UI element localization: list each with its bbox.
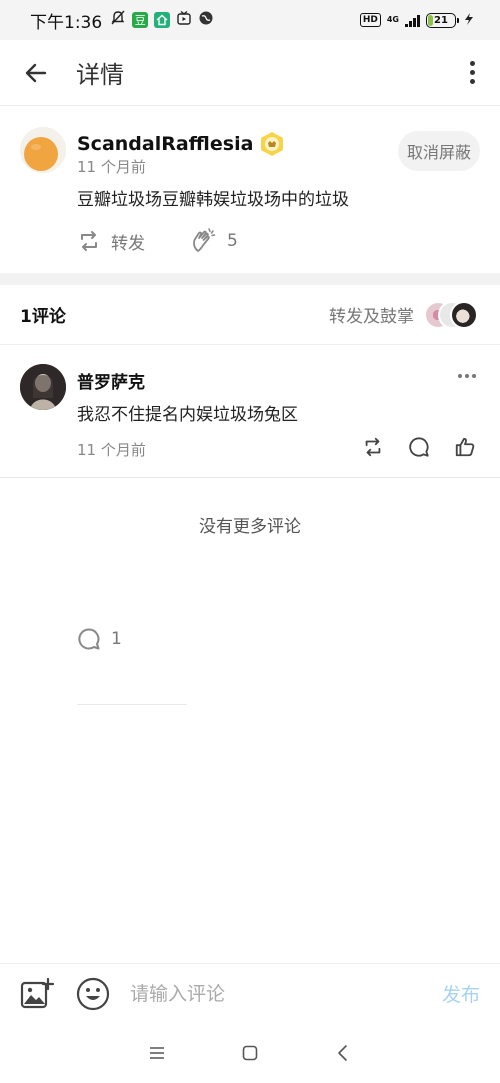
dot-icon	[458, 374, 462, 378]
member-badge-icon	[261, 132, 284, 156]
applauder-avatars	[424, 300, 480, 329]
applauder-avatar	[450, 300, 478, 329]
emoji-button[interactable]	[76, 977, 110, 1011]
chevron-left-icon	[338, 1045, 348, 1061]
network-type: 4G	[386, 15, 399, 24]
back-arrow-icon	[25, 63, 47, 82]
comment-text: 我忍不住提名内娱垃圾场兔区	[77, 405, 298, 425]
comments-header: 1评论 转发及鼓掌	[0, 285, 500, 345]
comment-author-name[interactable]: 普罗萨克	[77, 368, 145, 393]
comment-button[interactable]: 1	[77, 573, 187, 705]
unblock-button[interactable]: 取消屏蔽	[398, 131, 480, 171]
clap-icon	[193, 228, 216, 252]
repost-label: 转发	[111, 233, 145, 254]
emoji-icon	[76, 977, 110, 1010]
menu-icon	[149, 1047, 164, 1059]
publish-button[interactable]: 发布	[442, 980, 480, 1007]
comment-author-avatar[interactable]	[20, 364, 66, 410]
repost-applause-label: 转发及鼓掌	[329, 307, 414, 327]
dot-icon	[469, 79, 475, 84]
page-title: 详情	[76, 61, 124, 89]
applause-button[interactable]: 5	[189, 227, 238, 255]
comment-reply-button[interactable]	[408, 436, 430, 458]
repost-button[interactable]: 转发	[77, 229, 189, 254]
notification-muted-icon	[110, 10, 126, 30]
battery-level: 21	[434, 14, 448, 26]
system-nav-bar	[0, 1023, 500, 1083]
charging-icon	[462, 12, 476, 29]
post-card: ScandalRafflesia 11 个月前 取消屏蔽 豆瓣垃圾场豆瓣韩娱垃圾…	[0, 107, 500, 705]
comment-input[interactable]	[130, 982, 432, 1005]
post-author-avatar[interactable]	[20, 127, 66, 173]
comments-count-label: 1评论	[20, 307, 66, 327]
post-text: 豆瓣垃圾场豆瓣韩娱垃圾场中的垃圾	[77, 190, 349, 210]
dot-icon	[469, 70, 475, 75]
applause-count: 5	[227, 231, 238, 251]
post-author[interactable]: ScandalRafflesia	[77, 131, 285, 157]
top-app-bar: 详情	[0, 40, 500, 106]
more-options-button[interactable]	[462, 55, 482, 91]
thumbs-up-icon	[455, 437, 475, 457]
status-time: 下午1:36	[30, 12, 103, 33]
post-time: 11 个月前	[77, 158, 146, 176]
orange-avatar-icon	[20, 127, 66, 173]
comment-actions	[362, 436, 476, 458]
comment-count: 1	[111, 628, 122, 649]
home-button[interactable]	[235, 1038, 265, 1068]
status-bar: 下午1:36 豆 HD 4G 21	[0, 0, 500, 40]
back-button[interactable]	[18, 55, 54, 91]
signal-icon	[405, 14, 420, 27]
repost-applause-link[interactable]: 转发及鼓掌	[329, 300, 480, 329]
hd-badge: HD	[359, 13, 381, 27]
status-right-icons: HD 4G 21	[359, 12, 476, 29]
add-image-icon	[20, 977, 54, 1008]
dot-icon	[465, 374, 469, 378]
globe-icon	[198, 10, 214, 30]
post-actions: 转发 1 5	[77, 227, 238, 705]
battery-icon: 21	[426, 12, 459, 28]
system-back-button[interactable]	[328, 1038, 358, 1068]
repost-icon	[365, 437, 381, 457]
status-left-icons: 豆	[110, 10, 214, 30]
dot-icon	[469, 61, 475, 66]
douban-app-icon: 豆	[132, 12, 149, 28]
comment-repost-button[interactable]	[362, 436, 384, 458]
person-photo-icon	[20, 364, 66, 410]
add-image-button[interactable]	[20, 977, 54, 1011]
home-square-icon	[242, 1045, 258, 1061]
section-divider	[0, 273, 500, 285]
comment-icon	[409, 437, 429, 457]
comment-icon	[78, 627, 100, 649]
post-author-name[interactable]: ScandalRafflesia	[77, 133, 253, 155]
recent-apps-button[interactable]	[142, 1038, 172, 1068]
comment-input-bar: 发布	[0, 963, 500, 1023]
home-app-icon	[154, 12, 171, 28]
tv-app-icon	[176, 10, 192, 30]
dot-icon	[472, 374, 476, 378]
repost-icon	[81, 231, 97, 251]
comment-item: 普罗萨克 我忍不住提名内娱垃圾场兔区 11 个月前	[0, 346, 500, 478]
no-more-comments: 没有更多评论	[199, 517, 301, 537]
battery-fill	[428, 14, 434, 26]
comment-like-button[interactable]	[454, 436, 476, 458]
comment-time: 11 个月前	[77, 441, 146, 459]
comment-more-button[interactable]	[458, 374, 476, 378]
